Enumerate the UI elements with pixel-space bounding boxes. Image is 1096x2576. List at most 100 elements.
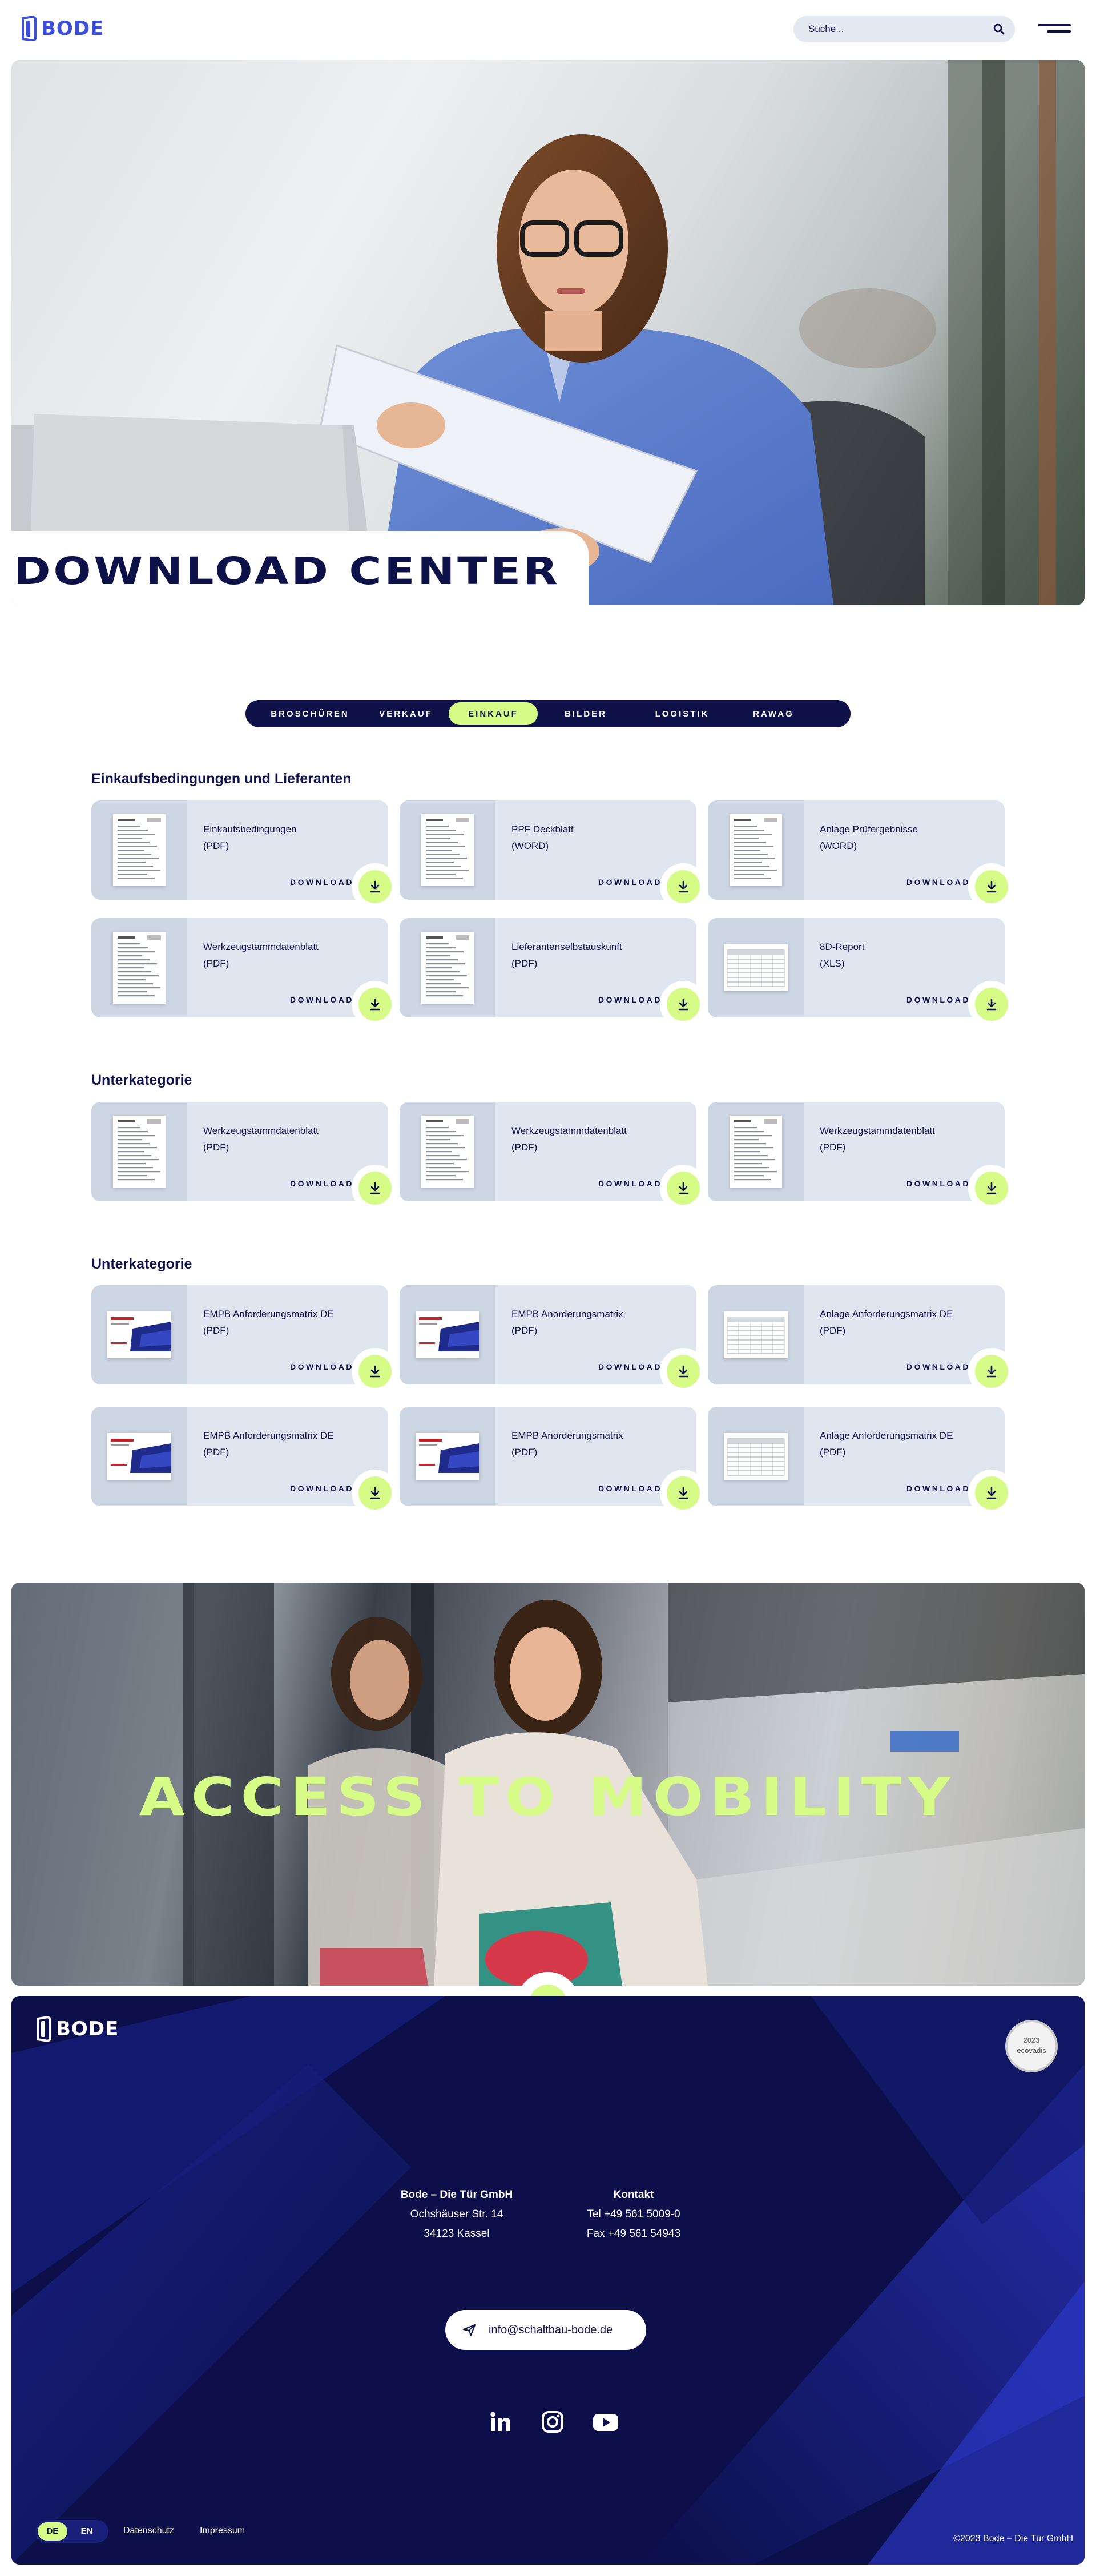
bode-logo-icon <box>37 2016 51 2042</box>
download-button[interactable] <box>358 1476 392 1510</box>
logo-wordmark: BODE <box>41 17 104 40</box>
download-icon <box>370 1182 380 1194</box>
tab-einkauf[interactable]: EINKAUF <box>449 702 538 725</box>
download-link[interactable]: DOWNLOAD <box>890 1179 970 1188</box>
download-icon <box>986 880 997 893</box>
impressum-link[interactable]: Impressum <box>200 2526 245 2536</box>
download-button[interactable] <box>667 870 700 903</box>
download-link[interactable]: DOWNLOAD <box>274 1484 354 1493</box>
card-title: 8D-Report (XLS) <box>820 941 865 969</box>
card-title: EMPB Anforderungsmatrix DE (PDF) <box>203 1309 334 1336</box>
download-card: Anlage Anforderungsmatrix DE (PDF) DOWNLO… <box>708 1407 1015 1516</box>
download-card: EMPB Anforderungsmatrix DE (PDF) DOWNLOAD <box>91 1285 398 1395</box>
download-button[interactable] <box>667 1172 700 1205</box>
download-icon <box>986 1182 997 1194</box>
download-button[interactable] <box>975 870 1008 903</box>
download-link[interactable]: DOWNLOAD <box>274 878 354 887</box>
ecovadis-label: ecovadis <box>1017 2046 1046 2055</box>
download-icon <box>370 998 380 1011</box>
tab-logistik[interactable]: LOGISTIK <box>634 702 731 725</box>
card-title: EMPB Anforderungsmatrix DE (PDF) <box>203 1430 334 1458</box>
section-title: Einkaufsbedingungen und Lieferanten <box>91 771 352 787</box>
contact-tel[interactable]: Tel +49 561 5009-0 <box>548 2205 719 2224</box>
card-thumbnail <box>708 1285 804 1384</box>
download-card: Lieferantenselbstauskunft (PDF) DOWNLOAD <box>400 918 707 1028</box>
tab-broschueren[interactable]: BROSCHÜREN <box>257 702 363 725</box>
page-title: DOWNLOAD CENTER <box>14 549 561 593</box>
mobility-banner: ACCESS TO MOBILITY <box>11 1583 1085 1986</box>
download-link[interactable]: DOWNLOAD <box>582 995 662 1004</box>
download-card: 8D-Report (XLS) DOWNLOAD <box>708 918 1015 1028</box>
datenschutz-link[interactable]: Datenschutz <box>123 2526 174 2536</box>
download-button[interactable] <box>975 988 1008 1021</box>
download-button[interactable] <box>358 988 392 1021</box>
card-thumbnail <box>400 1285 495 1384</box>
document-preview <box>113 814 166 886</box>
footer-bode-logo[interactable]: BODE <box>37 2016 119 2042</box>
bode-logo[interactable]: BODE <box>22 16 104 41</box>
download-button[interactable] <box>667 1355 700 1388</box>
hero-photo-woman-reading <box>11 60 1085 605</box>
download-button[interactable] <box>358 870 392 903</box>
card-title: Lieferantenselbstauskunft (PDF) <box>511 941 622 969</box>
card-thumbnail <box>708 1407 804 1506</box>
youtube-icon[interactable] <box>591 2409 620 2434</box>
download-link[interactable]: DOWNLOAD <box>582 1362 662 1371</box>
download-button[interactable] <box>975 1476 1008 1510</box>
card-title: Anlage Anforderungsmatrix DE (PDF) <box>820 1430 953 1458</box>
download-button[interactable] <box>667 1476 700 1510</box>
linkedin-icon[interactable] <box>487 2409 513 2434</box>
card-thumbnail <box>91 800 187 900</box>
card-thumbnail <box>400 800 495 900</box>
footer-background-pattern <box>11 1996 1085 2565</box>
card-thumbnail <box>400 918 495 1017</box>
instagram-icon[interactable] <box>540 2409 565 2434</box>
download-card: EMPB Anorderungsmatrix (PDF) DOWNLOAD <box>400 1407 707 1516</box>
banner-title: ACCESS TO MOBILITY <box>139 1766 957 1828</box>
card-thumbnail <box>400 1407 495 1506</box>
download-card: Einkaufsbedingungen (PDF) DOWNLOAD <box>91 800 398 910</box>
download-button[interactable] <box>358 1355 392 1388</box>
document-preview <box>724 944 788 991</box>
download-link[interactable]: DOWNLOAD <box>890 878 970 887</box>
email-button[interactable]: info@schaltbau-bode.de <box>445 2310 646 2350</box>
download-link[interactable]: DOWNLOAD <box>582 1484 662 1493</box>
download-button[interactable] <box>975 1355 1008 1388</box>
tab-bilder[interactable]: BILDER <box>538 702 634 725</box>
card-title: PPF Deckblatt (WORD) <box>511 824 574 851</box>
download-button[interactable] <box>667 988 700 1021</box>
download-card: Werkzeugstammdatenblatt (PDF) DOWNLOAD <box>91 1102 398 1211</box>
lang-en[interactable]: EN <box>72 2522 102 2541</box>
download-icon <box>678 1365 688 1378</box>
download-link[interactable]: DOWNLOAD <box>890 995 970 1004</box>
contact-block: Kontakt Tel +49 561 5009-0 Fax +49 561 5… <box>548 2185 719 2244</box>
card-title: Werkzeugstammdatenblatt (PDF) <box>203 1125 319 1153</box>
send-icon <box>462 2324 476 2336</box>
download-link[interactable]: DOWNLOAD <box>274 1179 354 1188</box>
document-preview <box>416 1433 480 1480</box>
download-button[interactable] <box>358 1172 392 1205</box>
download-link[interactable]: DOWNLOAD <box>582 1179 662 1188</box>
copyright: ©2023 Bode – Die Tür GmbH <box>953 2534 1073 2543</box>
logo-wordmark: BODE <box>56 2018 119 2040</box>
document-preview <box>421 1116 474 1188</box>
download-card: EMPB Anorderungsmatrix (PDF) DOWNLOAD <box>400 1285 707 1395</box>
download-link[interactable]: DOWNLOAD <box>274 995 354 1004</box>
download-card: Werkzeugstammdatenblatt (PDF) DOWNLOAD <box>400 1102 707 1211</box>
download-card: Werkzeugstammdatenblatt (PDF) DOWNLOAD <box>91 918 398 1028</box>
search-input[interactable] <box>808 16 980 42</box>
download-link[interactable]: DOWNLOAD <box>890 1484 970 1493</box>
tab-verkauf[interactable]: VERKAUF <box>363 702 449 725</box>
card-thumbnail <box>91 1407 187 1506</box>
document-preview <box>113 1116 166 1188</box>
card-title: Werkzeugstammdatenblatt (PDF) <box>511 1125 627 1153</box>
lang-de[interactable]: DE <box>38 2522 67 2541</box>
download-link[interactable]: DOWNLOAD <box>582 878 662 887</box>
document-preview <box>113 932 166 1004</box>
tab-rawag[interactable]: RAWAG <box>731 702 816 725</box>
search-icon[interactable] <box>993 23 1005 35</box>
download-link[interactable]: DOWNLOAD <box>274 1362 354 1371</box>
download-button[interactable] <box>975 1172 1008 1205</box>
download-link[interactable]: DOWNLOAD <box>890 1362 970 1371</box>
hamburger-menu-icon[interactable] <box>1038 22 1071 35</box>
